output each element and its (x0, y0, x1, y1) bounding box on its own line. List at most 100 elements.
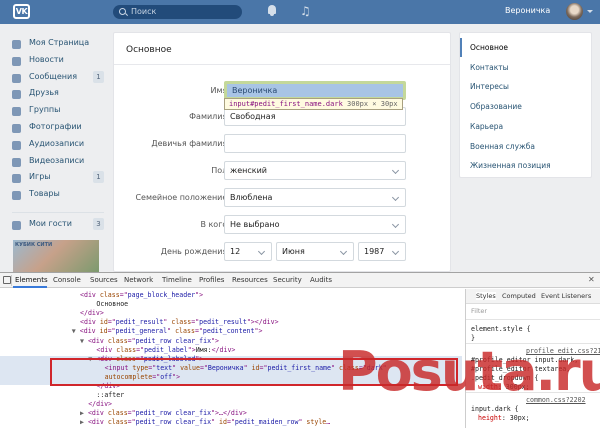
sidebar-item-label: Товары (29, 189, 60, 199)
tag-markup: "> (187, 345, 196, 354)
sidebar-item-label: Моя Страница (29, 38, 90, 47)
sidebar-item[interactable]: Сообщения 1 (12, 70, 108, 85)
settings-menu-item[interactable]: Образование (460, 97, 591, 116)
gender-select[interactable]: женский (224, 161, 406, 180)
tag-markup: <div (96, 345, 117, 354)
dom-node-line[interactable]: </div> (88, 400, 112, 409)
attr-value: pedit_result (199, 318, 247, 327)
guests-icon (12, 221, 21, 230)
node-text: ::after (96, 391, 125, 400)
settings-menu-item[interactable]: Интересы (460, 77, 591, 96)
sidebar-item[interactable]: Аудиозаписи (12, 138, 108, 152)
styles-tab[interactable]: Computed (502, 292, 536, 300)
settings-menu-label: Контакты (470, 62, 509, 72)
dom-node-line[interactable]: <div class="pedit_label">Имя:</div> (96, 345, 235, 355)
dom-node-line[interactable]: ▶ <div class="pedit_row clear_fix" id="p… (80, 418, 330, 427)
settings-menu-item[interactable]: Карьера (460, 117, 591, 136)
styles-tabs: Styles Computed Event Listeners (466, 289, 600, 304)
sidebar-item-label: Мои гости (29, 219, 72, 228)
gender-row: Пол: женский (114, 161, 450, 181)
expand-triangle-icon[interactable]: ▼ (80, 337, 88, 345)
sidebar-item[interactable]: Новости (12, 54, 108, 68)
settings-menu-item[interactable]: Военная служба (460, 137, 591, 156)
dom-node-line[interactable]: ::after (96, 391, 125, 400)
settings-menu-item[interactable]: Контакты (460, 58, 591, 77)
css-property-name[interactable]: height (478, 414, 502, 422)
sidebar-item-guests[interactable]: Мои гости 3 (12, 218, 108, 232)
dom-node-line[interactable]: ▶ <div class="pedit_row clear_fix">…</di… (80, 409, 247, 418)
tag-markup: =" (194, 327, 203, 336)
avatar[interactable] (566, 3, 583, 20)
birthday-month-select[interactable]: Июня (276, 242, 354, 261)
tab-separator (11, 275, 12, 286)
css-selector: input.dark { (471, 405, 519, 413)
styles-tab[interactable]: Styles (476, 292, 496, 300)
dom-node-line[interactable]: ▼ <div id="pedit_general" class="pedit_c… (72, 327, 263, 336)
devtools-tab[interactable]: Sources (90, 276, 118, 284)
sidebar-item[interactable]: Моя Страница (12, 37, 108, 51)
sidebar-item[interactable]: Фотографии (12, 121, 108, 135)
css-rule-line: input.dark { (471, 405, 519, 413)
user-name[interactable]: Вероничка (505, 6, 550, 15)
sidebar-item[interactable]: Игры 1 (12, 171, 108, 185)
styles-filter-input[interactable]: Filter (471, 307, 487, 315)
count-badge: 3 (93, 218, 104, 230)
styles-tab[interactable]: Event Listeners (541, 292, 591, 300)
sidebar-item[interactable]: Товары (12, 188, 108, 202)
settings-menu-item[interactable]: Жизненная позиция (460, 156, 591, 175)
count-badge: 1 (93, 171, 104, 184)
attr-name: class (107, 418, 128, 427)
close-icon[interactable]: ✕ (588, 275, 595, 284)
music-note-icon[interactable]: ♫ (300, 4, 311, 18)
sidebar-item[interactable]: Видеозаписи (12, 155, 108, 169)
birthday-day-select[interactable]: 12 (224, 242, 272, 261)
attr-name: class (107, 409, 128, 418)
games-icon (12, 174, 21, 184)
devtools-tab[interactable]: Audits (310, 276, 332, 284)
node-text: Имя: (195, 345, 212, 354)
tag-markup: " (211, 418, 220, 427)
devtools-tab[interactable]: Profiles (199, 276, 224, 284)
dom-node-line[interactable]: ▼ <div class="pedit_row clear_fix"> (80, 336, 219, 346)
search-input[interactable]: Поиск (113, 5, 242, 19)
attr-name: class (107, 336, 128, 345)
attr-name: id (219, 418, 227, 427)
with-whom-row: В кого: Не выбрано (114, 215, 450, 235)
ad-banner[interactable]: КУБИК СИТИ (13, 240, 99, 272)
collapse-triangle-icon[interactable]: ▶ (80, 409, 88, 417)
tag-markup: " (167, 327, 176, 336)
right-menu: Основное Контакты Интересы Образование Карье… (459, 32, 592, 178)
sidebar-item[interactable]: Группы (12, 104, 108, 118)
devtools-tab[interactable]: Resources (232, 276, 268, 284)
dom-node-line[interactable]: <div id="pedit_result" class="pedit_resu… (80, 318, 279, 327)
panel-header: Основное (114, 33, 450, 65)
audio-icon (12, 140, 21, 150)
vk-logo[interactable]: VK (13, 4, 30, 19)
maiden-name-label: Девичья фамилия: (151, 139, 230, 148)
devtools-tab[interactable]: Security (273, 276, 302, 284)
settings-menu-item[interactable]: Основное (460, 38, 591, 57)
css-property-value[interactable]: : 30px; (502, 414, 530, 422)
inspect-element-icon[interactable] (3, 276, 11, 284)
tag-markup: =" (127, 336, 136, 345)
devtools-tab[interactable]: Network (124, 276, 153, 284)
sidebar-item[interactable]: Друзья (12, 87, 108, 101)
tag-markup: =" (127, 409, 136, 418)
maiden-name-field[interactable] (224, 134, 406, 153)
collapse-triangle-icon[interactable]: ▶ (80, 418, 88, 426)
devtools-tab[interactable]: Console (53, 276, 81, 284)
devtools-tab[interactable]: Elements (15, 276, 48, 284)
chevron-down-icon[interactable] (587, 10, 593, 13)
dom-node-line[interactable]: Основное (96, 300, 128, 309)
with-whom-select[interactable]: Не выбрано (224, 215, 406, 234)
expand-triangle-icon[interactable]: ▼ (72, 327, 80, 335)
devtools-tab[interactable]: Timeline (162, 276, 192, 284)
dom-node-line[interactable]: <div class="page_block_header"> (80, 291, 203, 300)
tag-markup: =" (127, 418, 136, 427)
dom-node-line[interactable]: </div> (80, 309, 104, 318)
css-rule-line: height: 30px; (478, 414, 530, 422)
notifications-bell-icon[interactable] (267, 5, 277, 16)
relationship-select[interactable]: Влюблена (224, 188, 406, 207)
settings-menu-label: Интересы (470, 82, 509, 92)
birthday-year-select[interactable]: 1987 (358, 242, 406, 261)
